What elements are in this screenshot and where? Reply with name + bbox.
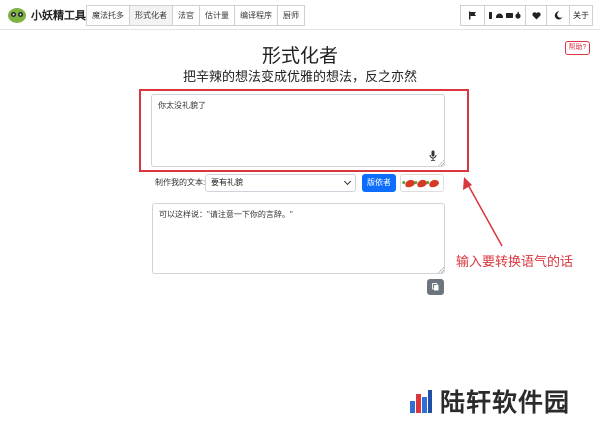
frog-face-icon [8, 7, 26, 23]
flag-icon [469, 11, 476, 20]
make-text-label: 制作我的文本: [155, 178, 206, 187]
output-resize-handle[interactable] [438, 267, 444, 273]
spice-level-button[interactable] [400, 174, 444, 192]
top-navbar: 小妖精工具 魔法托多 形式化者 法官 估计量 编译程序 厨师 关于 [0, 0, 600, 30]
brand[interactable]: 小妖精工具 [8, 4, 86, 26]
tone-select-value: 要有礼貌 [211, 178, 243, 187]
tab-magic-todo[interactable]: 魔法托多 [86, 5, 130, 26]
output-textarea[interactable]: 可以这样说："请注意一下你的言辞。" [152, 203, 445, 274]
brand-name: 小妖精工具 [31, 10, 86, 22]
chevron-down-icon [343, 177, 352, 186]
platform-icons [489, 11, 521, 19]
microphone-icon[interactable] [429, 150, 437, 161]
tab-compiler[interactable]: 编译程序 [234, 5, 278, 26]
heart-icon [531, 11, 541, 19]
platforms-button[interactable] [484, 5, 526, 26]
tab-judge[interactable]: 法官 [172, 5, 200, 26]
annotation-text: 输入要转换语气的话 [456, 254, 574, 269]
tone-select[interactable]: 要有礼貌 [205, 174, 356, 192]
watermark: 陆轩软件园 [408, 386, 571, 417]
tab-estimator[interactable]: 估计量 [199, 5, 235, 26]
submit-button[interactable]: 版依者 [362, 174, 396, 192]
input-resize-handle[interactable] [438, 160, 444, 166]
page-title: 形式化者 [261, 46, 338, 67]
input-textarea[interactable]: 你太没礼貌了 [151, 94, 445, 167]
about-button[interactable]: 关于 [569, 5, 593, 26]
watermark-text: 陆轩软件园 [440, 389, 571, 417]
moon-icon [554, 11, 562, 20]
copy-button[interactable] [427, 279, 444, 295]
heart-button[interactable] [525, 5, 547, 26]
flag-button[interactable] [460, 5, 485, 26]
nav-tabs: 魔法托多 形式化者 法官 估计量 编译程序 厨师 [86, 5, 305, 26]
tab-formalizer[interactable]: 形式化者 [129, 5, 173, 26]
nav-right-buttons: 关于 [460, 5, 593, 26]
copy-icon [432, 283, 439, 291]
dark-mode-button[interactable] [546, 5, 570, 26]
tab-chef[interactable]: 厨师 [277, 5, 305, 26]
building-logo-icon [410, 390, 432, 413]
chili-pepper-icon [428, 178, 440, 188]
page-subtitle: 把辛辣的想法变成优雅的想法，反之亦然 [182, 69, 417, 84]
